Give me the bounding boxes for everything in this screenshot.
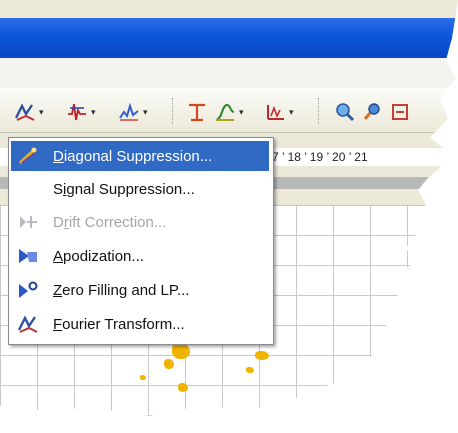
- menu-item-mnemonic: F: [53, 316, 63, 333]
- fourier-transform-icon: [17, 315, 38, 333]
- more-tools-icon: [392, 104, 408, 120]
- menu-item-mnemonic: Z: [53, 282, 63, 299]
- zoom-in-icon: [336, 103, 355, 122]
- title-bar[interactable]: [0, 18, 458, 58]
- chevron-down-icon[interactable]: ▾: [143, 107, 148, 118]
- menu-item-mnemonic: A: [53, 248, 64, 265]
- toolbar-separator: [318, 98, 321, 124]
- chevron-down-icon[interactable]: ▾: [91, 107, 96, 118]
- menu-item-label: ero Filling and LP...: [62, 282, 190, 299]
- menu-item-label: iagonal Suppression...: [63, 148, 213, 165]
- menu-bar-area: [0, 58, 458, 88]
- phase-correction-icon: [68, 103, 86, 121]
- spectrum-peak: [164, 359, 174, 369]
- ruler-ticks: 7 ’ 18 ’ 19 ’ 20 ’ 21: [272, 150, 368, 164]
- phase-correction-toolbar-button[interactable]: ▾: [66, 101, 96, 123]
- more-tools-toolbar-button[interactable]: [390, 101, 412, 123]
- zoom-settings-icon: [363, 103, 380, 120]
- menu-item-zero-filling[interactable]: Zero Filling and LP...: [11, 275, 269, 305]
- spectrum-peak: [255, 351, 269, 360]
- baseline-correction-icon: [119, 102, 139, 121]
- zoom-in-toolbar-button[interactable]: [334, 101, 356, 123]
- processing-dropdown-menu: Diagonal Suppression... Signal Suppressi…: [8, 137, 274, 345]
- multiplet-analysis-toolbar-button[interactable]: ▾: [264, 101, 294, 123]
- integration-icon: [216, 103, 235, 121]
- chevron-down-icon[interactable]: ▾: [289, 107, 294, 118]
- menu-item-drift-correction[interactable]: Drift Correction...: [11, 207, 269, 237]
- peak-picking-toolbar-button[interactable]: [186, 101, 208, 123]
- menu-item-apodization[interactable]: Apodization...: [11, 241, 269, 271]
- menu-item-label: ift Correction...: [68, 214, 167, 231]
- apodization-icon: [19, 249, 37, 263]
- spectrum-peak: [178, 383, 188, 392]
- fourier-transform-icon: [14, 103, 35, 121]
- spectrum-peak: [140, 375, 146, 380]
- menu-item-signal-suppression[interactable]: Signal Suppression...: [11, 174, 269, 204]
- menu-item-prefix: D: [53, 214, 64, 231]
- zoom-settings-toolbar-button[interactable]: [362, 101, 384, 123]
- screenshot-stage: ▾ ▾ ▾ ▾ ▾ 7 ’ 18 ’ 19 ’ 20 ’ 21 Diagonal…: [0, 0, 458, 433]
- peak-picking-icon: [189, 103, 205, 122]
- baseline-correction-toolbar-button[interactable]: ▾: [118, 101, 148, 123]
- toolbar-separator: [172, 98, 175, 124]
- spectrum-peak: [172, 343, 190, 359]
- drift-correction-icon: [20, 216, 37, 228]
- chevron-down-icon[interactable]: ▾: [39, 107, 44, 118]
- menu-item-prefix: S: [53, 181, 64, 198]
- spectrum-peak: [246, 367, 254, 373]
- integration-toolbar-button[interactable]: ▾: [214, 101, 244, 123]
- chevron-down-icon[interactable]: ▾: [239, 107, 244, 118]
- menu-item-mnemonic: D: [53, 148, 64, 165]
- zero-filling-icon: [19, 281, 38, 298]
- menu-item-label: ourier Transform...: [62, 316, 185, 333]
- menu-item-fourier-transform[interactable]: Fourier Transform...: [11, 309, 269, 339]
- diagonal-suppression-icon: [18, 147, 37, 165]
- menu-item-diagonal-suppression[interactable]: Diagonal Suppression...: [11, 141, 269, 171]
- menu-item-label: gnal Suppression...: [66, 181, 195, 198]
- fourier-transform-toolbar-button[interactable]: ▾: [14, 101, 44, 123]
- menu-item-label: podization...: [63, 248, 144, 265]
- multiplet-analysis-icon: [267, 105, 284, 120]
